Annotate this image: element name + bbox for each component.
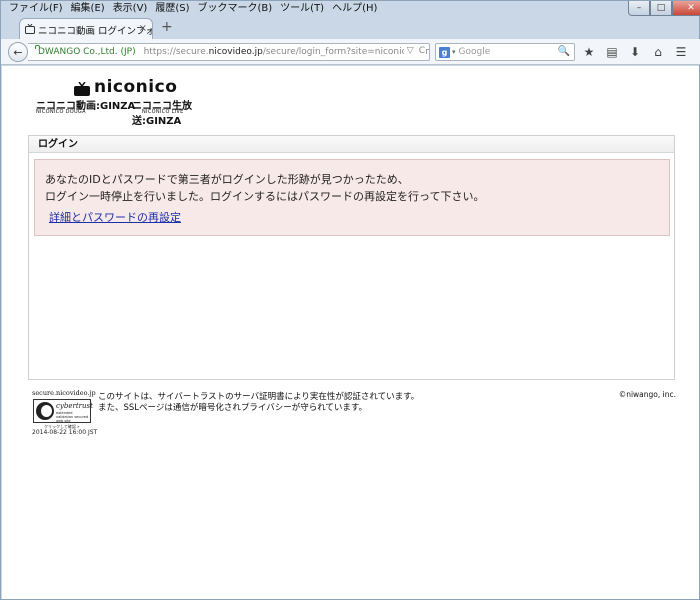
logo-douga-roman: NICONICO DOUGA [36, 109, 86, 115]
footer: secure.nicovideo.jp cybertrust extended … [2, 389, 699, 449]
seal-badge: cybertrust extended validation secured w… [33, 399, 93, 423]
maximize-button[interactable]: □ [650, 1, 672, 16]
tab-close-icon[interactable]: × [139, 23, 147, 34]
bookmark-star-icon[interactable]: ★ [581, 44, 597, 60]
login-suspended-alert: あなたのIDとパスワードで第三者がログインした形跡が見つかったため、 ログイン一… [34, 159, 670, 236]
niconico-logo[interactable]: niconico ニコニコ動画:GINZA NICONICO DOUGA ニコニ… [36, 77, 231, 127]
login-panel: ログイン あなたのIDとパスワードで第三者がログインした形跡が見つかったため、 … [28, 135, 675, 380]
close-button[interactable]: ✕ [672, 1, 700, 16]
copyright: ©niwango, inc. [618, 390, 676, 399]
window-controls: – □ ✕ [628, 1, 700, 17]
password-reset-link[interactable]: 詳細とパスワードの再設定 [49, 209, 181, 225]
search-engine-dropdown-icon[interactable]: ▾ [452, 48, 456, 56]
cybertrust-seal[interactable]: secure.nicovideo.jp cybertrust extended … [30, 389, 98, 437]
url-bar[interactable]: DWANGO Co.,Ltd. (JP) https://secure.nico… [28, 43, 430, 61]
home-icon[interactable]: ⌂ [650, 44, 666, 60]
downloads-icon[interactable]: ⬇ [627, 44, 643, 60]
tv-logo-icon [74, 82, 90, 96]
url-dropdown-icon[interactable]: ▽ [407, 46, 414, 56]
tab-niconico-login[interactable]: ニコニコ動画 ログインフォ... × [19, 18, 153, 40]
back-button[interactable]: ← [8, 42, 28, 62]
toolbar-icons: ★ ▤ ⬇ ⌂ ☰ [581, 44, 689, 60]
menu-help[interactable]: ヘルプ(H) [328, 1, 381, 17]
google-icon[interactable]: g [439, 46, 450, 58]
niconico-tv-icon [25, 24, 35, 34]
navigation-bar: ← DWANGO Co.,Ltd. (JP) https://secure.ni… [1, 39, 700, 65]
browser-window: ファイル(F) 編集(E) 表示(V) 履歴(S) ブックマーク(B) ツール(… [0, 0, 700, 600]
seal-subtitle: extended validation secured web site [56, 411, 89, 423]
search-icon[interactable]: 🔍 [558, 46, 570, 57]
seal-host: secure.nicovideo.jp [32, 389, 96, 397]
menu-bar: ファイル(F) 編集(E) 表示(V) 履歴(S) ブックマーク(B) ツール(… [1, 1, 621, 17]
menu-history[interactable]: 履歴(S) [151, 1, 193, 17]
logo-wordmark: niconico [94, 77, 178, 97]
menu-bookmarks[interactable]: ブックマーク(B) [194, 1, 277, 17]
reload-icon[interactable]: C [419, 46, 425, 56]
seal-brand: cybertrust [56, 402, 93, 410]
panel-title: ログイン [29, 136, 674, 153]
page-content: niconico ニコニコ動画:GINZA NICONICO DOUGA ニコニ… [2, 66, 699, 599]
site-identity[interactable]: DWANGO Co.,Ltd. (JP) [38, 47, 136, 57]
alert-message-line1: あなたのIDとパスワードで第三者がログインした形跡が見つかったため、 [45, 173, 409, 186]
seal-date: 2014-08-22 16:00 JST [32, 429, 98, 436]
tab-strip: ニコニコ動画 ログインフォ... × + [1, 17, 700, 40]
url-scheme: https://secure. [143, 47, 209, 57]
tab-title: ニコニコ動画 ログインフォ... [38, 25, 153, 37]
new-tab-button[interactable]: + [161, 20, 173, 34]
url-host: nicovideo.jp [208, 47, 263, 57]
menu-tools[interactable]: ツール(T) [276, 1, 328, 17]
menu-view[interactable]: 表示(V) [109, 1, 152, 17]
url-text: https://secure.nicovideo.jp/secure/login… [143, 47, 429, 57]
search-placeholder: Google [458, 47, 491, 57]
search-input[interactable]: g ▾ Google 🔍 [435, 43, 575, 61]
menu-icon[interactable]: ☰ [673, 44, 689, 60]
menu-edit[interactable]: 編集(E) [67, 1, 109, 17]
url-bar-actions: ▽ C [403, 46, 425, 56]
menu-file[interactable]: ファイル(F) [5, 1, 67, 17]
alert-message-line2: ログイン一時停止を行いました。ログインするにはパスワードの再設定を行って下さい。 [45, 190, 485, 203]
logo-live-roman: NICONICO LIVE [142, 109, 184, 115]
minimize-button[interactable]: – [628, 1, 650, 16]
reading-list-icon[interactable]: ▤ [604, 44, 620, 60]
ssl-notice-line2: また、SSLページは通信が暗号化されプライバシーが守られています。 [98, 403, 368, 413]
cybertrust-logo-icon [36, 402, 54, 420]
